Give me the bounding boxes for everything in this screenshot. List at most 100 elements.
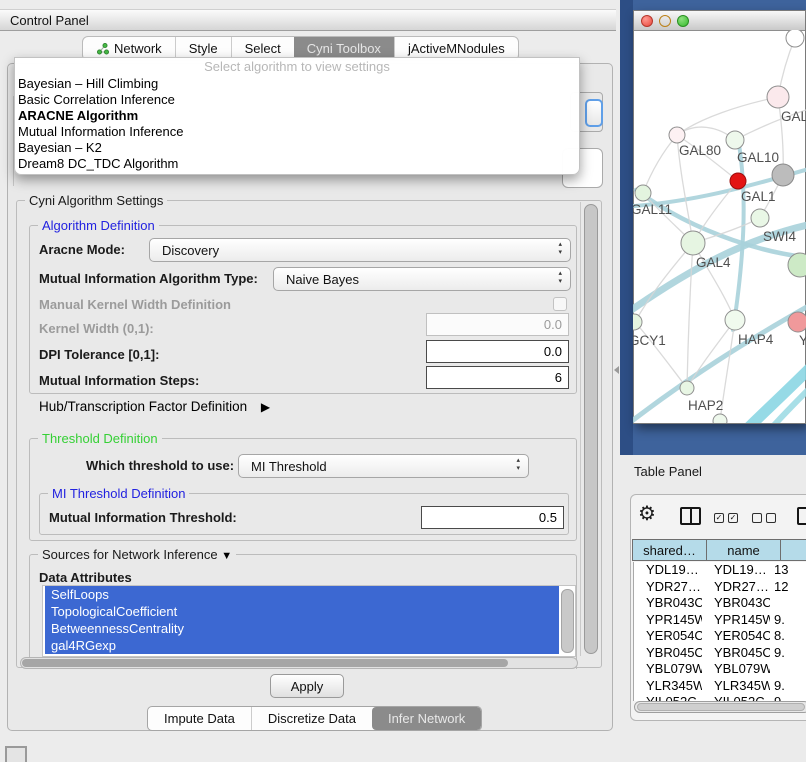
column-header-extra[interactable] xyxy=(780,539,806,561)
network-node-y[interactable] xyxy=(788,312,806,332)
node-label-gal11: GAL11 xyxy=(633,202,672,217)
column-header-name[interactable]: name xyxy=(706,539,781,561)
minimized-panel-icon[interactable] xyxy=(5,746,27,762)
table-cell: 9. xyxy=(770,645,806,662)
dpi-tolerance-field[interactable]: 0.0 xyxy=(426,340,569,363)
mi-threshold-definition-title: MI Threshold Definition xyxy=(48,486,189,501)
hub-definition-toggle[interactable]: Hub/Transcription Factor Definition ▶ xyxy=(39,399,270,414)
network-node-gcy1[interactable] xyxy=(633,314,642,330)
network-node-gal4[interactable] xyxy=(681,231,705,255)
algorithm-option-bayesian-hill-climbing[interactable]: Bayesian – Hill Climbing xyxy=(15,76,579,92)
which-threshold-value: MI Threshold xyxy=(251,459,327,474)
table-row[interactable]: YBR043CYBR043C xyxy=(634,595,806,612)
network-edge[interactable] xyxy=(687,243,693,388)
table-cell: YLR345W xyxy=(702,678,770,695)
network-node-gal1[interactable] xyxy=(730,173,746,189)
close-window-button[interactable] xyxy=(641,15,653,27)
network-node-hap4[interactable] xyxy=(725,310,745,330)
hub-definition-label: Hub/Transcription Factor Definition xyxy=(39,399,247,414)
settings-horizontal-scrollbar[interactable] xyxy=(20,657,578,669)
column-layout-icon[interactable] xyxy=(680,507,701,525)
table-row[interactable]: YER054CYER054C8. xyxy=(634,628,806,645)
combo-arrows-icon: ▴▾ xyxy=(558,241,562,257)
mi-steps-field[interactable]: 6 xyxy=(426,366,569,389)
mi-threshold-label: Mutual Information Threshold: xyxy=(49,510,237,525)
network-node[interactable] xyxy=(772,164,794,186)
network-window-titlebar[interactable] xyxy=(634,11,805,31)
table-tool-icon[interactable] xyxy=(797,507,806,525)
cyni-algorithm-settings-title: Cyni Algorithm Settings xyxy=(25,193,167,208)
scrollbar-thumb[interactable] xyxy=(637,703,805,711)
network-edge[interactable] xyxy=(677,97,778,135)
table-horizontal-scrollbar[interactable] xyxy=(634,701,806,713)
aracne-mode-select[interactable]: Discovery ▴▾ xyxy=(149,238,571,262)
node-label-gal80: GAL80 xyxy=(679,143,721,158)
zoom-window-button[interactable] xyxy=(677,15,689,27)
network-edge[interactable] xyxy=(635,322,687,388)
network-edge[interactable] xyxy=(643,135,677,193)
attribute-item-topologicalcoefficient[interactable]: TopologicalCoefficient xyxy=(45,603,559,620)
gear-icon[interactable]: ⚙ xyxy=(638,503,656,525)
table-cell: YIL052C xyxy=(634,694,702,701)
list-scrollbar[interactable] xyxy=(561,589,574,653)
table-panel-title: Table Panel xyxy=(634,464,702,479)
network-edge[interactable] xyxy=(744,366,806,423)
table-body: YDL19…YDL19…13YDR27…YDR27…12YBR043CYBR04… xyxy=(633,562,806,701)
network-node[interactable] xyxy=(713,414,727,423)
table-row[interactable]: YBL079WYBL079W xyxy=(634,661,806,678)
scrollbar-thumb[interactable] xyxy=(22,659,508,667)
scrollbar-thumb[interactable] xyxy=(584,204,598,654)
network-canvas[interactable]: GALGAL80GAL10GAL1GAL11GAL4SWI4GCY1HAP4YH… xyxy=(633,30,806,423)
which-threshold-label: Which threshold to use: xyxy=(86,458,234,473)
table-row[interactable]: YBR045CYBR045C9. xyxy=(634,645,806,662)
manual-kernel-width-checkbox[interactable] xyxy=(553,297,567,311)
table-row[interactable]: YIL052CYIL052C9 xyxy=(634,694,806,701)
tab-label: Network xyxy=(114,41,162,56)
kernel-width-field[interactable]: 0.0 xyxy=(426,313,569,336)
network-node-hap2[interactable] xyxy=(680,381,694,395)
which-threshold-select[interactable]: MI Threshold ▴▾ xyxy=(238,454,529,478)
settings-vertical-scrollbar[interactable] xyxy=(580,202,601,656)
table-cell: YLR345W xyxy=(634,678,702,695)
attribute-item-selfloops[interactable]: SelfLoops xyxy=(45,586,559,603)
split-divider-arrow[interactable] xyxy=(614,366,619,374)
algorithm-option-mutual-information-inference[interactable]: Mutual Information Inference xyxy=(15,124,579,140)
network-node-gal11[interactable] xyxy=(635,185,651,201)
tab-impute-data[interactable]: Impute Data xyxy=(148,707,251,730)
table-cell: YBR045C xyxy=(634,645,702,662)
attribute-item-betweennesscentrality[interactable]: BetweennessCentrality xyxy=(45,620,559,637)
network-node-gal80[interactable] xyxy=(669,127,685,143)
tab-discretize-data[interactable]: Discretize Data xyxy=(251,707,372,730)
network-node-gal10[interactable] xyxy=(726,131,744,149)
minimize-window-button[interactable] xyxy=(659,15,671,27)
algorithm-option-dream8-dc-tdc-algorithm[interactable]: Dream8 DC_TDC Algorithm xyxy=(15,156,579,172)
tab-label: jActiveMNodules xyxy=(408,41,505,56)
mi-steps-label: Mutual Information Steps: xyxy=(39,373,199,388)
tab-infer-network[interactable]: Infer Network xyxy=(372,707,481,730)
table-row[interactable]: YDL19…YDL19…13 xyxy=(634,562,806,579)
collapse-down-icon: ▼ xyxy=(221,550,232,562)
algorithm-option-basic-correlation-inference[interactable]: Basic Correlation Inference xyxy=(15,92,579,108)
unchecked-box-icon xyxy=(752,513,762,523)
mi-algorithm-type-select[interactable]: Naive Bayes ▴▾ xyxy=(273,267,571,291)
network-node-swi4[interactable] xyxy=(751,209,769,227)
node-label-gal4: GAL4 xyxy=(696,255,731,270)
apply-button[interactable]: Apply xyxy=(270,674,344,698)
deselect-all-checkboxes-icon[interactable] xyxy=(752,513,776,523)
column-header-shared[interactable]: shared… xyxy=(632,539,707,561)
table-row[interactable]: YDR27…YDR27…12 xyxy=(634,579,806,596)
table-row[interactable]: YPR145WYPR145W9. xyxy=(634,612,806,629)
network-node[interactable] xyxy=(786,30,804,47)
network-edge[interactable] xyxy=(636,190,806,258)
network-node-gal[interactable] xyxy=(767,86,789,108)
mi-threshold-field[interactable]: 0.5 xyxy=(421,506,564,529)
control-panel-title: Control Panel xyxy=(10,13,89,28)
network-edge[interactable] xyxy=(635,243,693,322)
table-row[interactable]: YLR345WYLR345W9. xyxy=(634,678,806,695)
table-cell: 9. xyxy=(770,612,806,629)
attribute-item-gal4rgexp[interactable]: gal4RGexp xyxy=(45,637,559,654)
sources-title[interactable]: Sources for Network Inference ▼ xyxy=(38,547,236,562)
algorithm-option-bayesian-k2[interactable]: Bayesian – K2 xyxy=(15,140,579,156)
algorithm-option-aracne-algorithm[interactable]: ARACNE Algorithm xyxy=(15,108,579,124)
select-all-checkboxes-icon[interactable]: ✓ ✓ xyxy=(714,513,738,523)
